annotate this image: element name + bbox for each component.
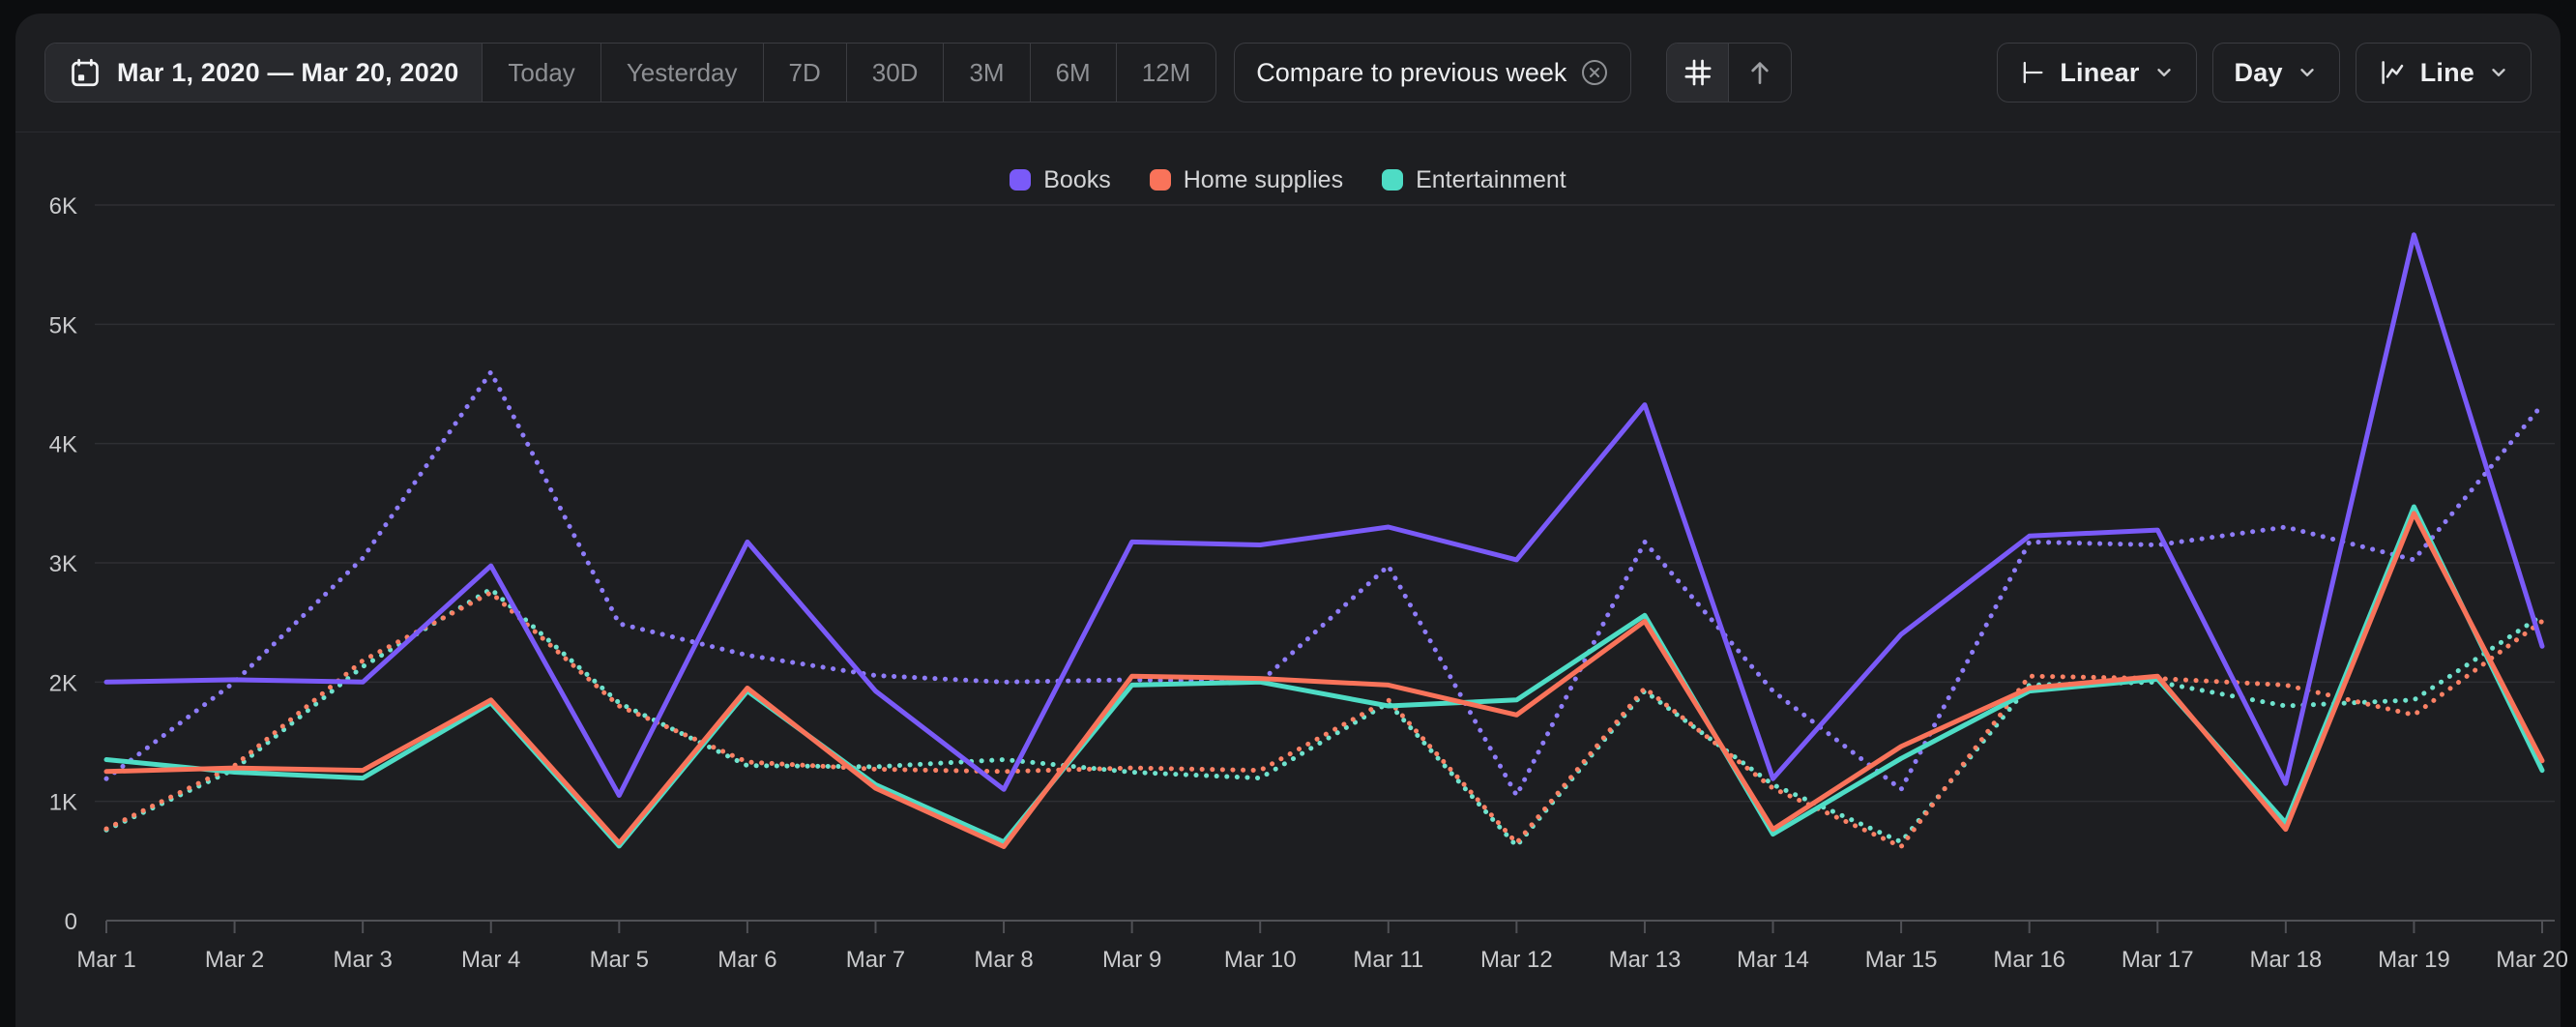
hash-grid-icon bbox=[1682, 56, 1714, 89]
compare-button[interactable]: Compare to previous week bbox=[1234, 43, 1631, 103]
calendar-icon bbox=[69, 56, 102, 89]
legend-swatch bbox=[1150, 169, 1171, 191]
chevron-down-icon bbox=[2297, 62, 2318, 83]
chart-legend: Books Home supplies Entertainment bbox=[15, 159, 2561, 201]
date-range-label: Mar 1, 2020 — Mar 20, 2020 bbox=[117, 58, 458, 88]
preset-yesterday[interactable]: Yesterday bbox=[601, 44, 764, 102]
grid-view-toggle[interactable] bbox=[1667, 44, 1729, 102]
close-circle-icon[interactable] bbox=[1580, 58, 1609, 87]
toolbar: Mar 1, 2020 — Mar 20, 2020 TodayYesterda… bbox=[15, 14, 2561, 132]
arrow-up-icon bbox=[1744, 57, 1775, 88]
chart-type-label: Line bbox=[2420, 58, 2474, 88]
legend-item-home-supplies[interactable]: Home supplies bbox=[1150, 166, 1343, 194]
legend-swatch bbox=[1010, 169, 1031, 191]
chevron-down-icon bbox=[2488, 62, 2509, 83]
date-range-group: Mar 1, 2020 — Mar 20, 2020 TodayYesterda… bbox=[44, 43, 1216, 103]
preset-7d[interactable]: 7D bbox=[764, 44, 847, 102]
sort-ascending-toggle[interactable] bbox=[1729, 44, 1791, 102]
legend-label: Home supplies bbox=[1184, 166, 1343, 194]
legend-swatch bbox=[1382, 169, 1403, 191]
legend-item-entertainment[interactable]: Entertainment bbox=[1382, 166, 1566, 194]
legend-label: Books bbox=[1043, 166, 1110, 194]
view-toggle-group bbox=[1666, 43, 1792, 103]
chart-type-dropdown[interactable]: Line bbox=[2356, 43, 2532, 103]
scale-label: Linear bbox=[2060, 58, 2139, 88]
preset-12m[interactable]: 12M bbox=[1117, 44, 1216, 102]
linear-scale-icon bbox=[2019, 59, 2046, 86]
legend-item-books[interactable]: Books bbox=[1010, 166, 1110, 194]
preset-3m[interactable]: 3M bbox=[944, 44, 1030, 102]
interval-label: Day bbox=[2235, 58, 2283, 88]
date-range-button[interactable]: Mar 1, 2020 — Mar 20, 2020 bbox=[45, 44, 483, 102]
scale-dropdown[interactable]: Linear bbox=[1997, 43, 2196, 103]
compare-label: Compare to previous week bbox=[1256, 58, 1566, 88]
chevron-down-icon bbox=[2153, 62, 2175, 83]
chart-card: Mar 1, 2020 — Mar 20, 2020 TodayYesterda… bbox=[15, 14, 2561, 1027]
preset-today[interactable]: Today bbox=[483, 44, 600, 102]
preset-6m[interactable]: 6M bbox=[1031, 44, 1117, 102]
interval-dropdown[interactable]: Day bbox=[2212, 43, 2340, 103]
line-chart-icon bbox=[2378, 58, 2407, 87]
preset-30d[interactable]: 30D bbox=[847, 44, 945, 102]
legend-label: Entertainment bbox=[1416, 166, 1566, 194]
